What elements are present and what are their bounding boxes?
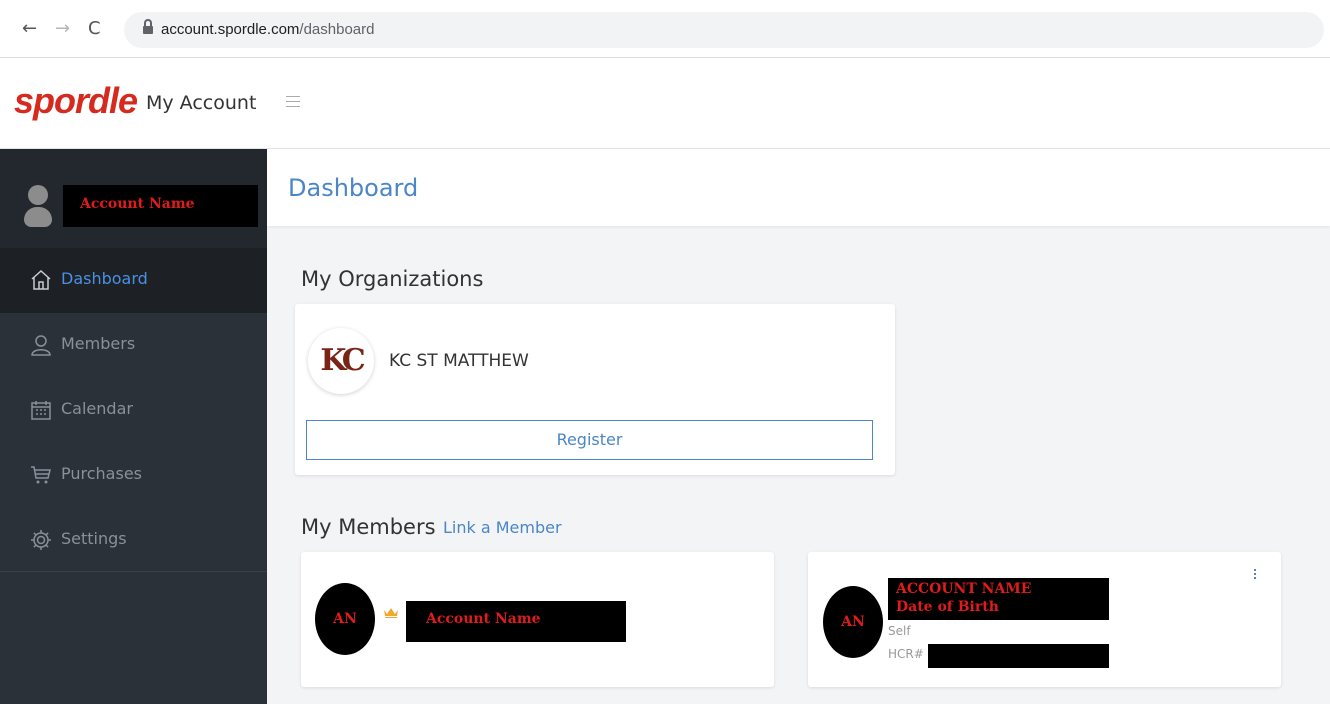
page-title: Dashboard: [288, 174, 419, 202]
app-title: My Account: [146, 92, 257, 114]
spordle-logo[interactable]: spordle: [14, 80, 138, 122]
sidebar-item-purchases[interactable]: Purchases: [0, 443, 267, 508]
sidebar-item-settings[interactable]: Settings: [0, 508, 267, 573]
organization-name: KC ST MATTHEW: [389, 351, 529, 371]
app-header: spordle My Account: [0, 58, 1330, 149]
sidebar-item-label: Settings: [61, 529, 127, 548]
member-hcr-value-redacted: [928, 644, 1109, 668]
user-avatar-icon: [28, 185, 48, 205]
sidebar-user: Account Name: [0, 149, 267, 248]
member-relation: Self: [888, 624, 911, 638]
sidebar: Account Name Dashboard Members Calendar …: [0, 149, 267, 704]
member-name: ACCOUNT NAME: [896, 581, 1032, 597]
member-name: Account Name: [406, 601, 626, 642]
menu-toggle-icon[interactable]: [286, 96, 300, 111]
more-options-icon[interactable]: [1254, 569, 1257, 581]
home-icon: [31, 269, 51, 290]
member-hcr-label: HCR#: [888, 647, 924, 661]
url-text: account.spordle.com/dashboard: [161, 21, 375, 38]
member-card[interactable]: AN Account Name: [301, 552, 774, 687]
sidebar-divider: [0, 571, 267, 572]
organization-card: KC KC ST MATTHEW Register: [295, 304, 895, 475]
members-heading: My Members: [301, 515, 436, 539]
sidebar-user-name: Account Name: [63, 185, 258, 227]
sidebar-item-label: Calendar: [61, 399, 133, 418]
crown-icon: [384, 608, 398, 618]
member-avatar: AN: [823, 586, 883, 658]
cart-icon: [31, 466, 51, 484]
back-arrow-icon[interactable]: ←: [22, 19, 37, 39]
sidebar-item-calendar[interactable]: Calendar: [0, 378, 267, 443]
user-icon: [31, 335, 51, 356]
reload-icon[interactable]: C: [88, 19, 101, 39]
forward-arrow-icon[interactable]: →: [55, 19, 70, 39]
sidebar-item-members[interactable]: Members: [0, 313, 267, 378]
sidebar-item-label: Dashboard: [61, 269, 148, 288]
member-card[interactable]: AN ACCOUNT NAME Date of Birth Self HCR#: [808, 552, 1281, 687]
sidebar-item-dashboard[interactable]: Dashboard: [0, 248, 267, 313]
organization-logo: KC: [308, 328, 374, 394]
lock-icon: [143, 19, 153, 36]
browser-toolbar: ← → C account.spordle.com/dashboard: [0, 0, 1330, 58]
link-member-link[interactable]: Link a Member: [443, 518, 562, 537]
member-avatar: AN: [315, 583, 375, 655]
register-button[interactable]: Register: [306, 420, 873, 460]
calendar-icon: [31, 401, 51, 420]
organizations-heading: My Organizations: [301, 267, 484, 291]
address-bar[interactable]: account.spordle.com/dashboard: [124, 12, 1324, 48]
member-dob: Date of Birth: [896, 599, 999, 615]
sidebar-item-label: Purchases: [61, 464, 142, 483]
page-header: Dashboard: [267, 149, 1330, 226]
member-name-block: ACCOUNT NAME Date of Birth: [888, 578, 1109, 620]
gear-icon: [31, 530, 51, 550]
sidebar-item-label: Members: [61, 334, 136, 353]
